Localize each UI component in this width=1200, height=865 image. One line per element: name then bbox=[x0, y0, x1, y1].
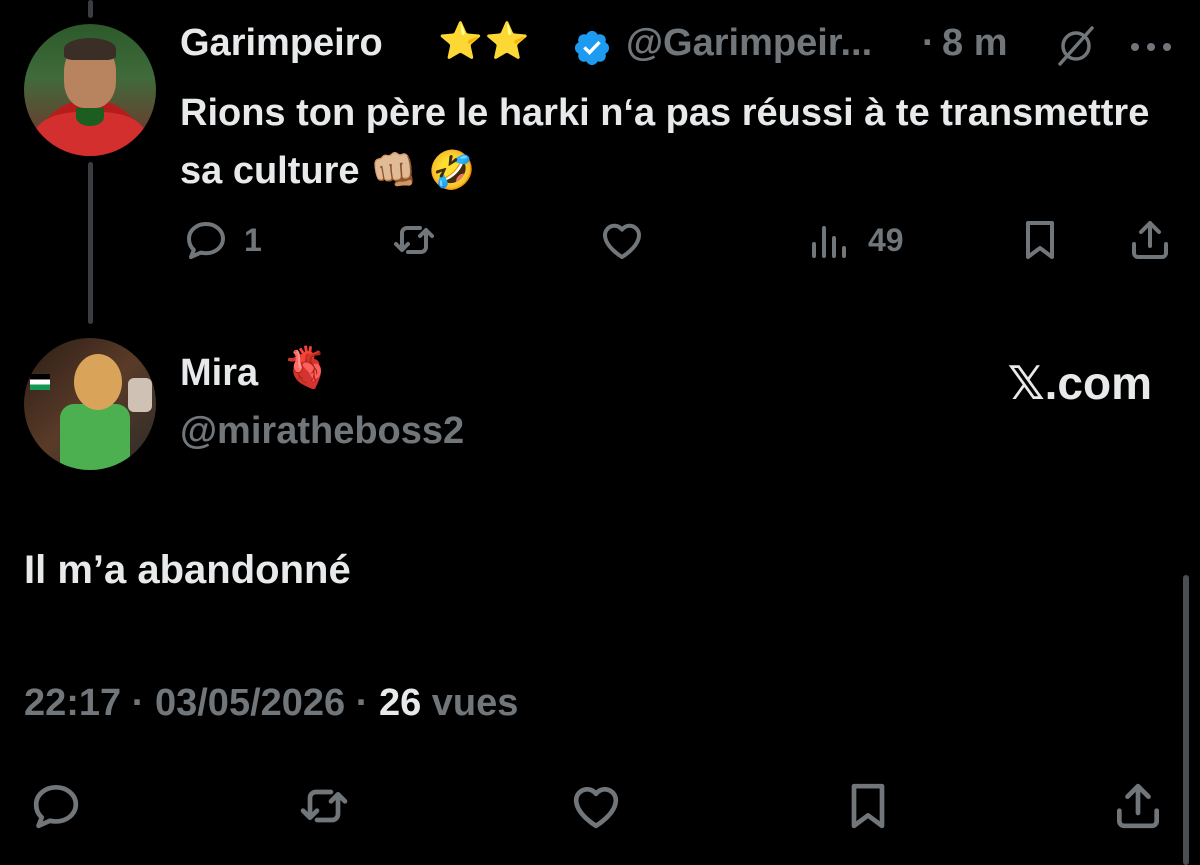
tweet-time[interactable]: 22:17 bbox=[24, 682, 121, 724]
name-badges: ⭐⭐ bbox=[438, 20, 532, 61]
tweet-date[interactable]: 03/05/2026 bbox=[155, 682, 345, 724]
avatar-collar bbox=[76, 108, 104, 126]
separator-dot: · bbox=[131, 682, 145, 724]
retweet-icon[interactable] bbox=[296, 778, 352, 834]
reply-icon[interactable] bbox=[28, 778, 84, 834]
views-count: 26 bbox=[378, 682, 422, 724]
reply-icon[interactable] bbox=[182, 216, 230, 264]
like-icon[interactable] bbox=[568, 778, 624, 834]
avatar-body bbox=[60, 404, 130, 470]
grok-icon[interactable] bbox=[1054, 26, 1098, 66]
bookmark-icon[interactable] bbox=[840, 778, 896, 834]
share-icon[interactable] bbox=[1110, 778, 1166, 834]
avatar-garimpeiro[interactable] bbox=[24, 24, 156, 156]
views-label: vues bbox=[431, 682, 519, 724]
verified-badge-icon bbox=[574, 30, 610, 66]
more-icon[interactable] bbox=[1128, 40, 1174, 54]
avatar-mira[interactable] bbox=[24, 338, 156, 470]
bookmark-icon[interactable] bbox=[1016, 216, 1064, 264]
handle[interactable]: @miratheboss2 bbox=[180, 410, 464, 453]
tweet-text: Rions ton père le harki n‘a pas réussi à… bbox=[180, 92, 1150, 192]
scrollbar[interactable] bbox=[1183, 575, 1189, 865]
anatomical-heart-emoji: 🫀 bbox=[282, 346, 332, 390]
separator-dot: · bbox=[922, 22, 935, 64]
tweet-text: Il m’a abandonné bbox=[24, 548, 351, 592]
avatar-head bbox=[74, 354, 122, 410]
thread-line bbox=[88, 162, 93, 324]
display-name[interactable]: Garimpeiro bbox=[180, 22, 383, 65]
views-icon[interactable] bbox=[806, 216, 854, 264]
thread-line-top bbox=[88, 0, 93, 18]
tweet-meta: 22:17 · 03/05/2026 · 26 vues bbox=[24, 682, 518, 725]
avatar-flag bbox=[30, 374, 50, 390]
reply-count: 1 bbox=[244, 222, 262, 258]
separator-dot: · bbox=[355, 682, 369, 724]
retweet-icon[interactable] bbox=[390, 216, 438, 264]
x-watermark: 𝕏.com bbox=[1007, 357, 1152, 409]
views-count: 49 bbox=[868, 222, 904, 258]
avatar-hair bbox=[64, 38, 116, 60]
handle[interactable]: @Garimpeir... bbox=[626, 22, 872, 65]
like-icon[interactable] bbox=[598, 216, 646, 264]
display-name[interactable]: Mira bbox=[180, 352, 258, 395]
time-ago[interactable]: 8 m bbox=[942, 22, 1007, 65]
share-icon[interactable] bbox=[1126, 216, 1174, 264]
avatar-cat bbox=[128, 378, 152, 412]
